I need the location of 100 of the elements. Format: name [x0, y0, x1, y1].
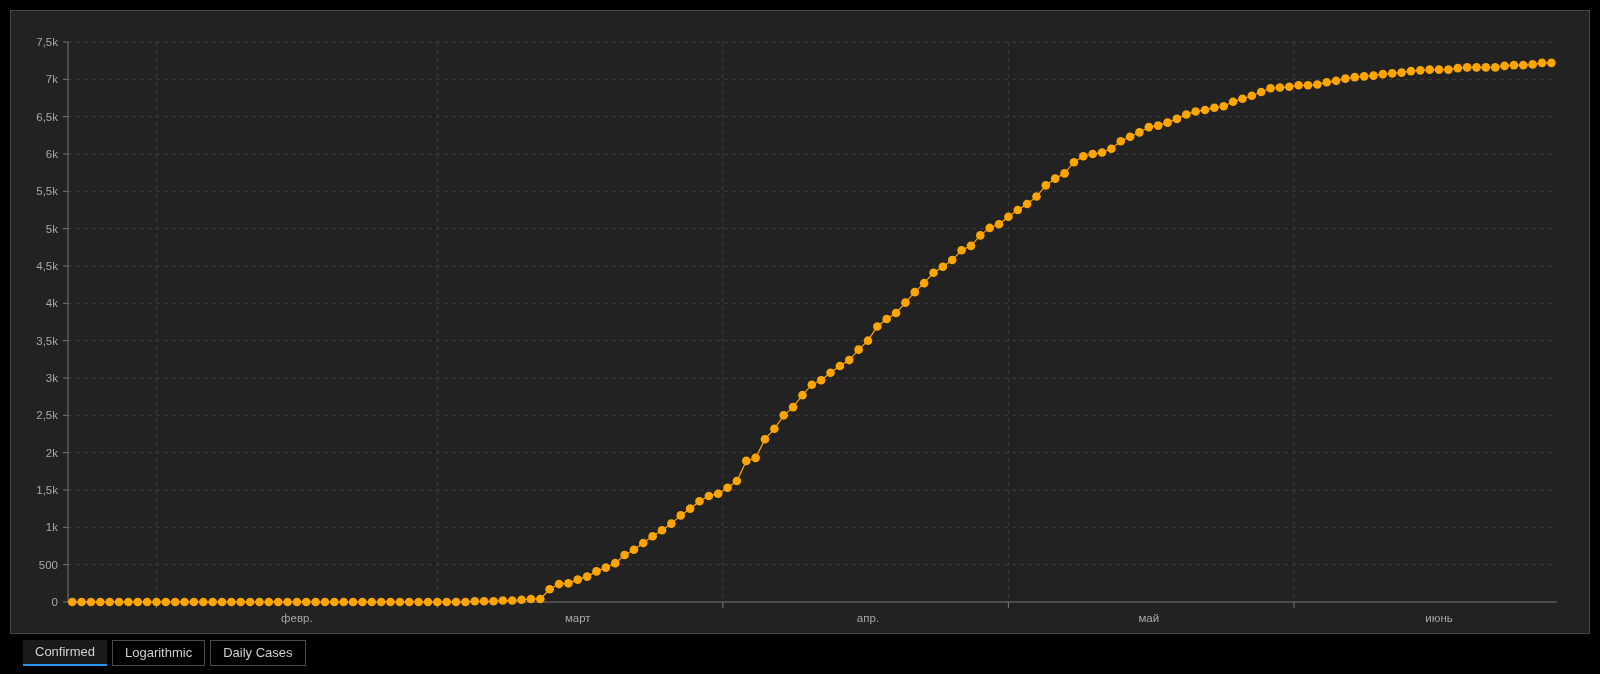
data-point	[1444, 65, 1453, 74]
data-point	[1303, 81, 1313, 90]
axis-label: март	[564, 612, 591, 624]
axis-label: 2,5k	[36, 409, 58, 422]
data-point	[1416, 66, 1425, 75]
data-point	[929, 268, 938, 277]
data-point	[423, 597, 433, 607]
data-point	[283, 597, 292, 607]
axis-label: 4,5k	[36, 260, 58, 272]
data-point	[770, 424, 779, 434]
axis-label: июнь	[1425, 612, 1453, 624]
data-point	[1453, 63, 1463, 73]
data-point	[1266, 84, 1275, 93]
data-point	[433, 597, 442, 607]
data-point	[489, 596, 498, 606]
data-point	[901, 298, 910, 307]
data-point	[479, 596, 489, 606]
data-point	[461, 597, 470, 607]
axis-label: 3k	[45, 372, 58, 384]
data-point	[564, 579, 573, 588]
tab[interactable]: Logarithmic	[111, 640, 206, 666]
data-point	[180, 597, 189, 607]
axis-label: май	[1138, 612, 1160, 624]
tab[interactable]: Confirmed	[23, 640, 107, 666]
data-point	[1509, 60, 1519, 70]
data-point	[114, 597, 124, 607]
data-point	[255, 597, 264, 607]
data-point	[339, 597, 348, 607]
data-point	[311, 597, 320, 607]
data-point	[582, 572, 592, 581]
data-point	[404, 597, 414, 607]
data-point	[985, 223, 994, 233]
data-point	[451, 597, 461, 607]
axis-label: 7k	[45, 73, 58, 86]
data-point	[751, 453, 760, 463]
data-point	[1079, 151, 1088, 161]
data-point	[816, 375, 826, 385]
data-point	[1387, 69, 1397, 78]
data-point	[667, 519, 676, 528]
data-point	[554, 579, 564, 589]
data-point	[1088, 149, 1097, 159]
data-point	[1200, 105, 1210, 115]
data-point	[1163, 118, 1172, 127]
data-point	[1228, 97, 1238, 107]
axis-label: 5,5k	[36, 185, 58, 198]
axis-label: 2k	[45, 446, 58, 459]
data-point	[723, 483, 732, 493]
data-point	[1378, 69, 1388, 79]
data-point	[77, 597, 86, 607]
data-point	[601, 563, 611, 572]
data-point	[1481, 63, 1491, 72]
data-point	[386, 597, 395, 607]
axis-label: 5k	[45, 222, 58, 235]
data-point	[676, 511, 686, 520]
data-point	[938, 262, 948, 272]
data-point	[1537, 58, 1547, 68]
data-point	[526, 594, 536, 604]
data-point	[639, 538, 648, 548]
data-point	[320, 597, 330, 607]
data-point	[1144, 122, 1154, 132]
tab[interactable]: Daily Cases	[210, 640, 306, 666]
data-point	[1247, 91, 1257, 101]
data-point	[1490, 63, 1500, 72]
data-point	[442, 597, 451, 607]
data-point	[685, 504, 695, 513]
axis-label: 6,5k	[36, 110, 58, 123]
data-point	[826, 368, 835, 378]
data-point	[610, 558, 620, 568]
data-point	[1528, 60, 1537, 69]
data-point	[170, 597, 180, 607]
data-point	[947, 255, 957, 265]
data-point	[161, 597, 171, 607]
data-point	[713, 489, 723, 499]
data-point	[292, 597, 302, 607]
data-point	[835, 361, 845, 371]
data-point	[301, 597, 311, 607]
data-point	[1275, 83, 1285, 92]
data-point	[592, 567, 601, 576]
data-point	[760, 434, 770, 444]
data-point	[330, 597, 339, 607]
data-point	[1425, 65, 1434, 74]
data-point	[1219, 101, 1228, 111]
data-point	[1359, 72, 1369, 81]
data-point	[788, 402, 798, 412]
data-point	[1294, 81, 1303, 90]
data-point	[1191, 107, 1200, 116]
data-point	[1313, 80, 1322, 89]
data-point	[470, 596, 480, 606]
data-point	[498, 596, 508, 605]
data-point	[1434, 65, 1444, 74]
axis-label: 3,5k	[36, 334, 58, 347]
data-point	[1004, 212, 1013, 221]
data-point	[966, 241, 976, 251]
data-point	[133, 597, 143, 607]
data-point	[536, 594, 545, 604]
data-point	[779, 411, 788, 420]
data-point	[1369, 71, 1378, 80]
data-point	[105, 597, 114, 607]
data-point	[189, 597, 199, 607]
data-point	[1462, 63, 1472, 72]
